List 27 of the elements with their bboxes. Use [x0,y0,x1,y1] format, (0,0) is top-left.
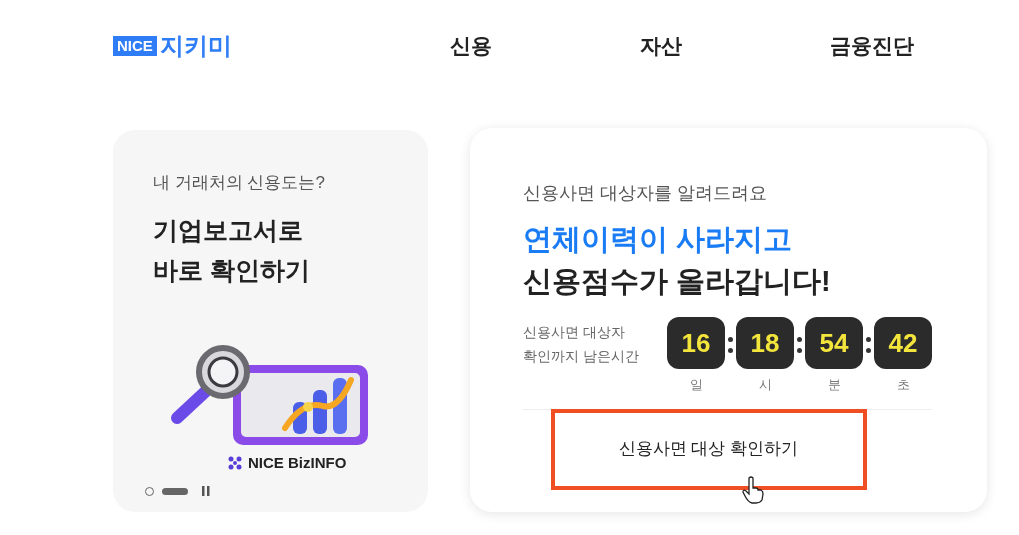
logo-badge: NICE [113,36,157,56]
nav-link[interactable]: 금융진단 [793,30,983,62]
promo-card[interactable]: 내 거래처의 신용도는? 기업보고서로 바로 확인하기 NICE BizINFO [113,130,428,512]
brand-name: NICE BizINFO [248,452,347,473]
logo[interactable]: NICE 지키미 [113,34,413,58]
nav-link[interactable]: 자산 [603,30,793,62]
nav-link[interactable]: 신용 [413,30,603,62]
highlight-headline: 연체이력이 사라지고 [523,222,794,257]
countdown-digit: 18 [736,317,794,369]
countdown-unit: 일 [689,376,703,394]
pause-icon[interactable] [202,486,210,496]
countdown-digit: 42 [874,317,932,369]
slide-indicator[interactable] [162,487,188,495]
card-subtitle: 신용사면 대상자를 알려드려요 [523,182,768,205]
countdown-unit: 초 [896,376,910,394]
headline: 신용점수가 올라갑니다! [523,264,832,299]
timer-label: 신용사면 대상자 확인까지 남은시간 [523,323,640,366]
logo-text: 지키미 [159,34,232,58]
promo-title: 기업보고서로 바로 확인하기 [153,214,311,286]
brand-logo-icon [228,455,242,470]
countdown-digit: 16 [667,317,725,369]
promo-subtitle: 내 거래처의 신용도는? [153,172,326,194]
countdown-unit: 시 [758,376,772,394]
countdown-digit: 54 [805,317,863,369]
hand-cursor-icon [742,476,764,504]
check-eligibility-button[interactable]: 신용사면 대상 확인하기 [550,408,867,490]
countdown-unit: 분 [827,376,841,394]
